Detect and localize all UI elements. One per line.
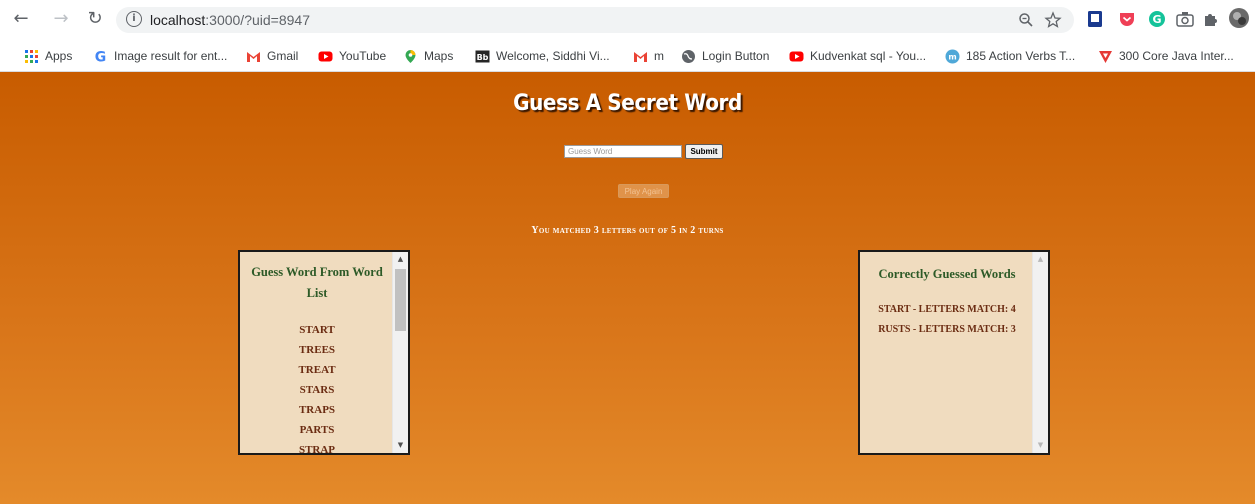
grammarly-icon[interactable]: G [1147, 9, 1167, 29]
play-again-button[interactable]: Play Again [618, 184, 669, 198]
bookmark-welcome-siddhi[interactable]: Bb Welcome, Siddhi Vi... [475, 48, 610, 64]
bookmark-kudvenkat-sql[interactable]: Kudvenkat sql - You... [789, 48, 926, 64]
address-bar[interactable]: i localhost:3000/?uid=8947 [116, 7, 1074, 33]
back-arrow-icon[interactable]: ← [10, 8, 32, 30]
scroll-down-arrow-icon[interactable]: ▼ [1033, 438, 1048, 453]
youtube-icon [789, 51, 804, 61]
list-item[interactable]: TRAPS [240, 400, 394, 420]
submit-button[interactable]: Submit [685, 144, 723, 159]
forward-arrow-icon[interactable]: → [50, 8, 72, 30]
site-info-icon[interactable]: i [126, 11, 142, 27]
extension-book-icon[interactable] [1085, 9, 1105, 29]
scroll-thumb[interactable] [395, 269, 406, 331]
svg-text:G: G [1152, 13, 1161, 26]
scroll-up-arrow-icon[interactable]: ▲ [1033, 252, 1048, 267]
bookmark-maps[interactable]: Maps [403, 48, 453, 64]
maps-pin-icon [405, 49, 416, 63]
pocket-icon[interactable] [1117, 9, 1137, 29]
list-item: START - LETTERS MATCH: 4 [878, 304, 1016, 315]
address-url[interactable]: localhost:3000/?uid=8947 [150, 12, 310, 28]
profile-avatar[interactable] [1228, 7, 1250, 29]
result-message: You matched 3 letters out of 5 in 2 turn… [531, 225, 724, 236]
m-circle-icon: m [945, 49, 960, 63]
game-page: Guess A Secret Word Submit Play Again Yo… [0, 73, 1255, 504]
list-item[interactable]: START [240, 320, 394, 340]
guessed-words-scrollbar[interactable]: ▲ ▼ [1032, 252, 1048, 453]
zoom-icon[interactable] [1018, 12, 1034, 28]
google-icon: G [95, 49, 107, 64]
list-item: RUSTS - LETTERS MATCH: 3 [878, 324, 1016, 335]
guessed-words-list: START - LETTERS MATCH: 4 RUSTS - LETTERS… [860, 300, 1034, 340]
bookmark-star-icon[interactable] [1044, 11, 1062, 29]
scroll-up-arrow-icon[interactable]: ▲ [393, 252, 408, 267]
bookmark-gmail[interactable]: Gmail [246, 48, 298, 64]
apps-grid-icon [25, 49, 38, 63]
list-item[interactable]: STRAP [240, 440, 394, 453]
bookmarks-bar: Apps G Image result for ent... Gmail You… [0, 40, 1255, 72]
word-list-panel[interactable]: Guess Word From Word List START TREES TR… [238, 250, 410, 455]
svg-text:m: m [948, 52, 956, 61]
word-list-scrollbar[interactable]: ▲ ▼ [392, 252, 408, 453]
extensions-puzzle-icon[interactable] [1201, 9, 1221, 29]
browser-toolbar: ← → ↻ i localhost:3000/?uid=8947 G [0, 0, 1255, 40]
guess-word-input[interactable] [564, 145, 682, 158]
svg-text:Bb: Bb [477, 53, 489, 62]
bookmark-login-button[interactable]: Login Button [681, 48, 769, 64]
word-list-heading: Guess Word From Word List [251, 265, 383, 300]
list-item[interactable]: TREES [240, 340, 394, 360]
scroll-down-arrow-icon[interactable]: ▼ [393, 438, 408, 453]
v-logo-icon [1099, 50, 1112, 63]
bookmark-m[interactable]: m [633, 48, 664, 64]
list-item[interactable]: PARTS [240, 420, 394, 440]
youtube-icon [318, 51, 333, 61]
bookmark-core-java[interactable]: 300 Core Java Inter... [1098, 48, 1234, 64]
svg-text:G: G [95, 49, 107, 64]
list-item[interactable]: TREAT [240, 360, 394, 380]
bookmark-youtube[interactable]: YouTube [318, 48, 386, 64]
bookmark-apps[interactable]: Apps [24, 48, 72, 64]
bookmark-image-result[interactable]: G Image result for ent... [93, 48, 228, 64]
bookmark-action-verbs[interactable]: m 185 Action Verbs T... [945, 48, 1075, 64]
bb-icon: Bb [475, 50, 490, 62]
gmail-icon [634, 51, 647, 62]
globe-icon [682, 49, 695, 63]
guessed-words-panel[interactable]: Correctly Guessed Words START - LETTERS … [858, 250, 1050, 455]
camera-icon[interactable] [1175, 9, 1195, 29]
reload-icon[interactable]: ↻ [84, 8, 106, 30]
list-item[interactable]: STARS [240, 380, 394, 400]
guessed-words-heading: Correctly Guessed Words [878, 267, 1016, 281]
gmail-icon [247, 51, 260, 62]
page-title: Guess A Secret Word [513, 88, 742, 116]
word-list: START TREES TREAT STARS TRAPS PARTS STRA… [240, 320, 394, 453]
